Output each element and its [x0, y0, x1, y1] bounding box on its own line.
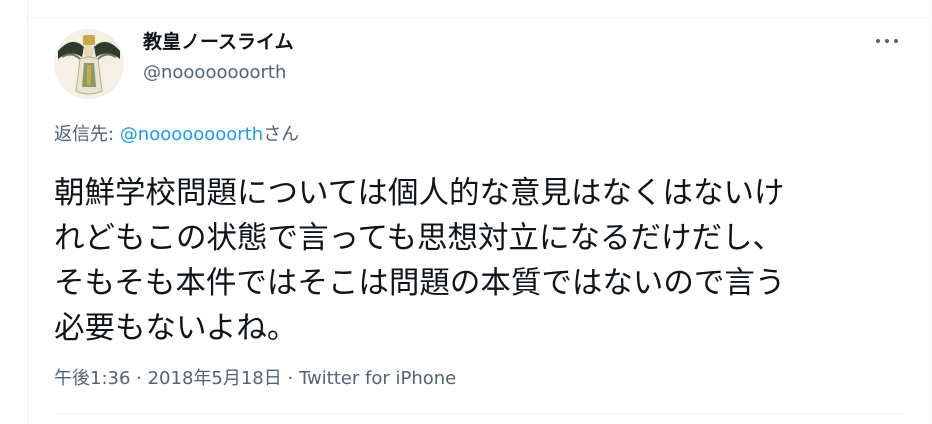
date-link[interactable]: 2018年5月18日 — [148, 368, 282, 389]
meta-separator: · — [130, 368, 148, 389]
top-divider — [27, 17, 931, 18]
reply-context: 返信先: @noooooooorthさん — [54, 122, 299, 148]
bottom-divider — [54, 413, 902, 414]
display-name[interactable]: 教皇ノースライム — [143, 30, 294, 54]
tweet-text: 朝鮮学校問題については個人的な意見はなくはないけ れどもこの状態で言っても思想対… — [54, 176, 786, 346]
more-horizontal-icon[interactable] — [872, 28, 902, 54]
timestamp-link[interactable]: 午後1:36 — [54, 368, 130, 389]
reply-suffix: さん — [263, 124, 300, 145]
tweet-metadata: 午後1:36 · 2018年5月18日 · Twitter for iPhone — [54, 366, 456, 392]
source-link[interactable]: Twitter for iPhone — [299, 368, 456, 389]
user-handle[interactable]: @noooooooorth — [143, 61, 286, 85]
avatar-illustration-icon — [54, 29, 124, 99]
reply-prefix: 返信先: — [54, 124, 120, 145]
avatar[interactable] — [54, 29, 124, 99]
reply-mention-link[interactable]: @noooooooorth — [120, 124, 263, 145]
meta-separator: · — [281, 368, 299, 389]
